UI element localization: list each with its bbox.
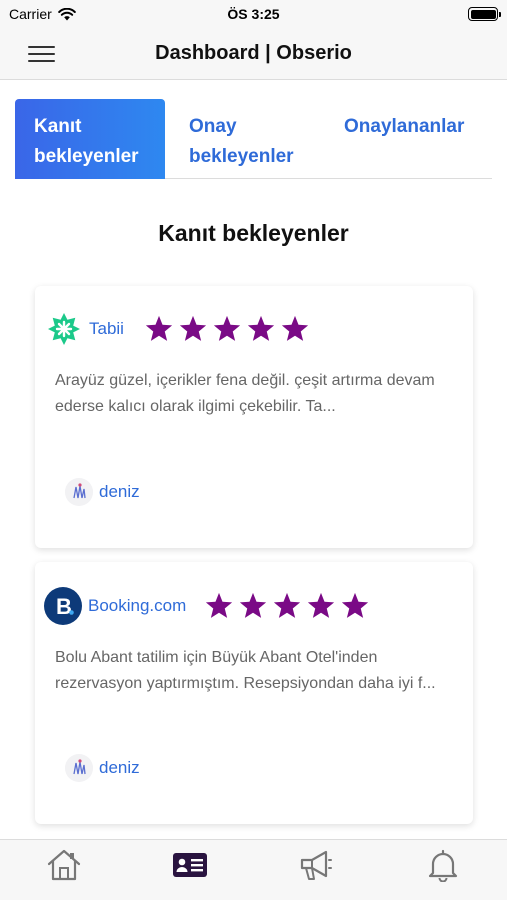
review-card-header: B Booking.com — [44, 587, 370, 625]
section-title: Kanıt bekleyenler — [158, 220, 349, 246]
svg-text:B: B — [56, 594, 72, 619]
review-card[interactable]: Tabii Arayüz güzel, içerikler fena değil… — [35, 286, 473, 548]
review-text: Arayüz güzel, içerikler fena değil. çeşi… — [55, 372, 435, 415]
star-icon — [274, 592, 301, 618]
star-icon — [240, 592, 267, 618]
review-card-header: Tabii — [47, 312, 310, 346]
home-icon[interactable] — [46, 848, 82, 882]
star-icon — [342, 592, 369, 618]
star-icon — [145, 315, 173, 341]
avatar — [65, 478, 93, 506]
platform-name[interactable]: Tabii — [89, 319, 124, 339]
star-icon — [308, 592, 335, 618]
star-rating — [144, 314, 310, 344]
author-name[interactable]: deniz — [99, 482, 140, 502]
bottom-tab-bar — [0, 839, 507, 900]
tab-onay-bekleyenler[interactable]: Onay bekleyenler — [170, 99, 310, 179]
platform-name[interactable]: Booking.com — [88, 596, 186, 616]
battery-icon — [468, 7, 501, 21]
tab-onaylananlar[interactable]: Onaylananlar — [325, 99, 492, 179]
author-name[interactable]: deniz — [99, 758, 140, 778]
review-author[interactable]: deniz — [65, 754, 140, 782]
tab-kanit-bekleyenler[interactable]: Kanıt bekleyenler — [15, 99, 165, 179]
bell-icon[interactable] — [425, 848, 461, 882]
star-icon — [179, 315, 207, 341]
star-icon — [206, 592, 233, 618]
status-bar: Carrier ÖS 3:25 — [0, 0, 507, 28]
megaphone-icon[interactable] — [298, 848, 334, 882]
clock: ÖS 3:25 — [227, 6, 280, 22]
star-icon — [213, 315, 241, 341]
star-icon — [281, 315, 309, 341]
review-text: Bolu Abant tatilim için Büyük Abant Otel… — [55, 649, 436, 692]
star-rating — [204, 591, 370, 621]
avatar — [65, 754, 93, 782]
id-card-icon[interactable] — [172, 848, 208, 882]
review-author[interactable]: deniz — [65, 478, 140, 506]
tabii-logo-icon — [48, 313, 80, 345]
review-status-tabs: Kanıt bekleyenler Onay bekleyenler Onayl… — [15, 99, 492, 179]
booking-logo-icon: B — [44, 587, 82, 625]
page-title: Dashboard | Obserio — [155, 42, 352, 64]
star-icon — [247, 315, 275, 341]
navigation-bar: Dashboard | Obserio — [0, 28, 507, 80]
review-card[interactable]: B Booking.com Bolu Abant tatilim için Bü… — [35, 562, 473, 824]
